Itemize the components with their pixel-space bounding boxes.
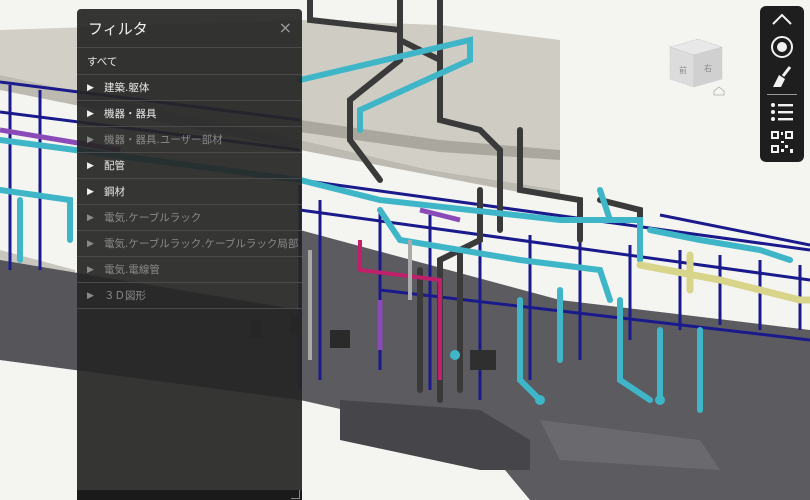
close-icon[interactable]: × bbox=[279, 20, 292, 36]
target-icon[interactable] bbox=[760, 32, 804, 62]
home-icon[interactable] bbox=[713, 86, 725, 96]
expand-arrow-icon[interactable]: ▶ bbox=[87, 213, 96, 223]
list-icon[interactable] bbox=[760, 97, 804, 127]
filter-item-label: 電気.ケーブルラック bbox=[104, 212, 202, 224]
filter-item-label: 機器・器具 bbox=[104, 108, 157, 120]
expand-arrow-icon[interactable]: ▶ bbox=[87, 187, 96, 197]
filter-item[interactable]: ▶ 電気.ケーブルラック.ケーブルラック局部 bbox=[77, 231, 302, 257]
expand-arrow-icon[interactable]: ▶ bbox=[87, 83, 96, 93]
filter-all-label: すべて bbox=[87, 55, 118, 68]
filter-item-label: 電気.ケーブルラック.ケーブルラック局部 bbox=[104, 238, 299, 250]
filter-item[interactable]: ▶ 電気.ケーブルラック bbox=[77, 205, 302, 231]
chevron-up-icon[interactable] bbox=[760, 6, 804, 32]
expand-arrow-icon[interactable]: ▶ bbox=[87, 161, 96, 171]
filter-item-label: 鋼材 bbox=[104, 186, 125, 198]
filter-panel-header: フィルタ × bbox=[77, 9, 302, 48]
view-cube-front-face[interactable]: 前 bbox=[679, 65, 687, 75]
view-cube-right-face[interactable]: 右 bbox=[704, 63, 712, 73]
expand-arrow-icon[interactable]: ▶ bbox=[87, 265, 96, 275]
expand-arrow-icon[interactable]: ▶ bbox=[87, 239, 96, 249]
filter-item[interactable]: ▶ 配管 bbox=[77, 153, 302, 179]
filter-panel: フィルタ × すべて ▶ 建築.躯体 ▶ 機器・器具 ▶ 機器・器具.ユーザー部材 ▶ 配管 ▶… bbox=[77, 9, 302, 500]
filter-all[interactable]: すべて bbox=[77, 48, 302, 75]
filter-item[interactable]: ▶ 機器・器具 bbox=[77, 101, 302, 127]
filter-item-label: 機器・器具.ユーザー部材 bbox=[104, 134, 223, 146]
filter-item[interactable]: ▶ 電気.電線管 bbox=[77, 257, 302, 283]
toolbar-divider bbox=[767, 94, 797, 95]
expand-arrow-icon[interactable]: ▶ bbox=[87, 109, 96, 119]
filter-item[interactable]: ▶ 鋼材 bbox=[77, 179, 302, 205]
filter-panel-title: フィルタ bbox=[88, 19, 148, 38]
filter-item-label: 建築.躯体 bbox=[104, 82, 150, 94]
right-toolbar bbox=[760, 6, 804, 162]
view-cube[interactable]: 前 右 bbox=[664, 35, 728, 101]
resize-grip-icon[interactable] bbox=[291, 490, 300, 499]
filter-item-label: ３Ｄ図形 bbox=[104, 290, 146, 302]
filter-list: ▶ 建築.躯体 ▶ 機器・器具 ▶ 機器・器具.ユーザー部材 ▶ 配管 ▶ 鋼材 ▶ 電気.ケーブルラ… bbox=[77, 75, 302, 309]
filter-item[interactable]: ▶ 機器・器具.ユーザー部材 bbox=[77, 127, 302, 153]
expand-arrow-icon[interactable]: ▶ bbox=[87, 135, 96, 145]
filter-item[interactable]: ▶ ３Ｄ図形 bbox=[77, 283, 302, 309]
qr-code-icon[interactable] bbox=[760, 127, 804, 157]
expand-arrow-icon[interactable]: ▶ bbox=[87, 291, 96, 301]
filter-item-label: 配管 bbox=[104, 160, 125, 172]
broom-icon[interactable] bbox=[760, 62, 804, 92]
filter-panel-footer bbox=[77, 490, 302, 500]
filter-item[interactable]: ▶ 建築.躯体 bbox=[77, 75, 302, 101]
filter-item-label: 電気.電線管 bbox=[104, 264, 160, 276]
